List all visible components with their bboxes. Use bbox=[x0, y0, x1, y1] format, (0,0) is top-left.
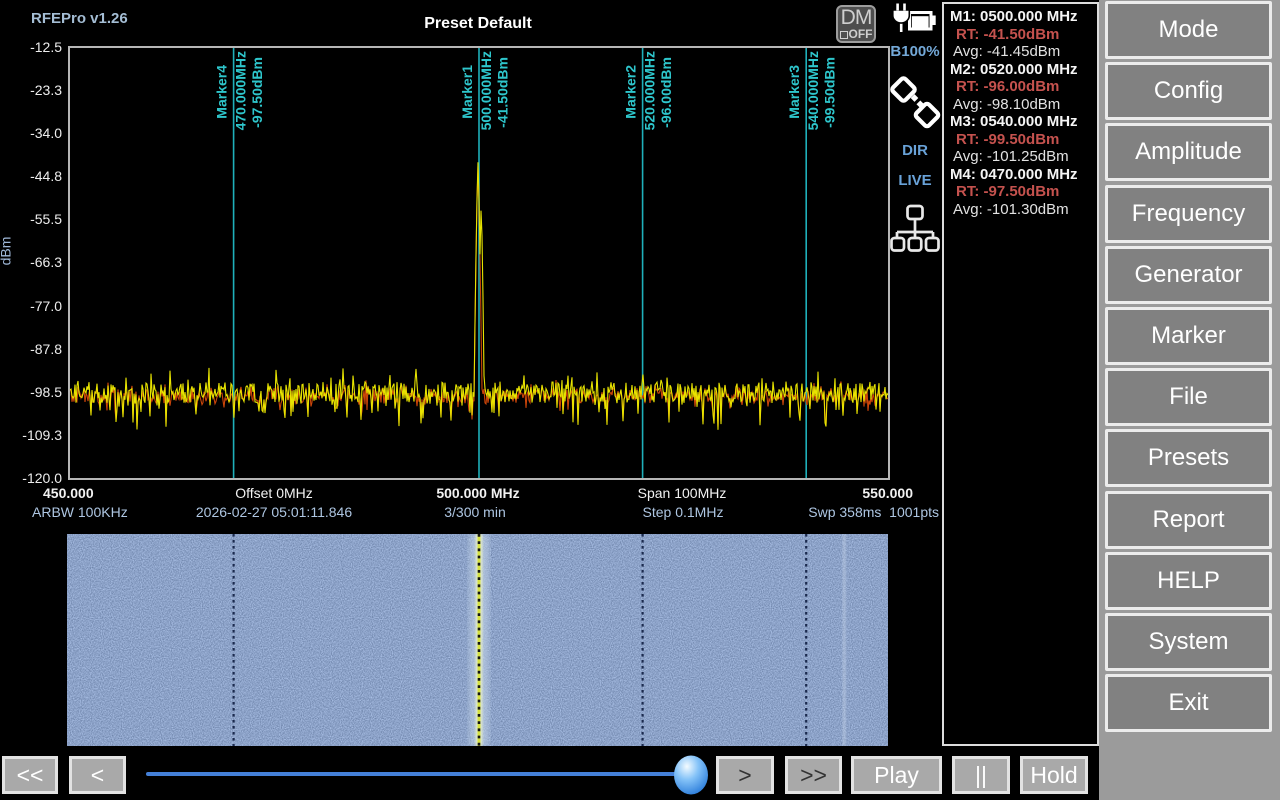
svg-text:-99.50dBm: -99.50dBm bbox=[822, 57, 838, 128]
svg-text:Marker3: Marker3 bbox=[786, 65, 802, 119]
svg-text:Marker2: Marker2 bbox=[623, 65, 639, 119]
svg-text:-96.00dBm: -96.00dBm bbox=[658, 57, 674, 128]
svg-text:500.000MHz: 500.000MHz bbox=[478, 51, 494, 130]
svg-text:Marker1: Marker1 bbox=[459, 65, 475, 119]
svg-text:Marker4: Marker4 bbox=[214, 65, 230, 119]
svg-text:-41.50dBm: -41.50dBm bbox=[495, 57, 511, 128]
svg-text:470.000MHz: 470.000MHz bbox=[233, 51, 249, 130]
svg-text:-97.50dBm: -97.50dBm bbox=[249, 57, 265, 128]
svg-text:540.000MHz: 540.000MHz bbox=[805, 51, 821, 130]
svg-text:520.000MHz: 520.000MHz bbox=[642, 51, 658, 130]
